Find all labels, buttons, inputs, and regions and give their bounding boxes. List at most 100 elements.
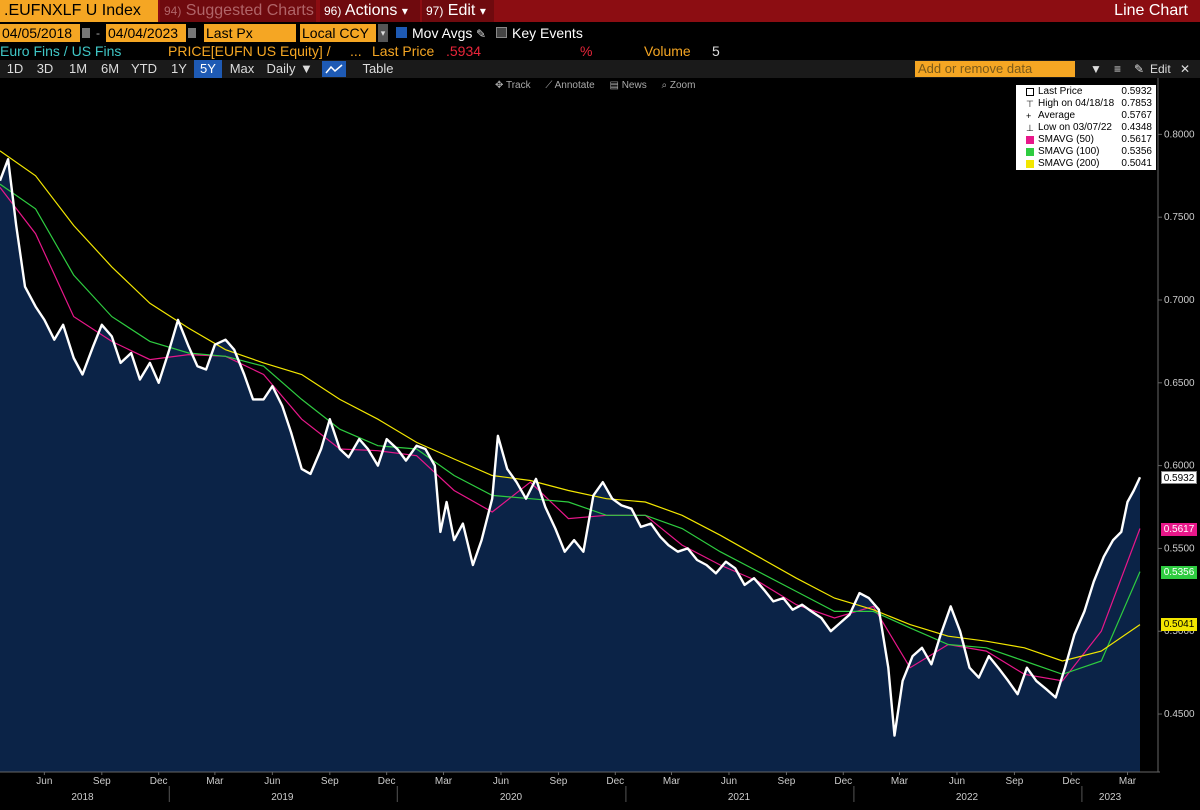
edit-menu-button[interactable]: 97) Edit ▾ [422,0,494,22]
x-tick-label: Dec [1062,776,1080,787]
x-tick-label: Sep [321,776,339,787]
year-label: 2021 [728,792,751,803]
legend-value: 0.7853 [1121,98,1152,109]
x-tick-label: Mar [206,776,224,787]
calendar-icon[interactable] [82,28,90,38]
end-date-field[interactable]: 04/04/2023 [106,24,186,42]
x-tick-label: Mar [1119,776,1137,787]
period-1y[interactable]: 1Y [166,60,192,78]
chart-type-label[interactable]: Line Chart [1114,0,1188,22]
legend-value: 0.5617 [1121,134,1152,145]
legend-label: High on 04/18/18 [1038,98,1115,109]
legend-value: 0.5932 [1121,86,1152,97]
legend-value: 0.4348 [1121,122,1152,133]
y-tick-label: 0.7000 [1164,295,1195,306]
price-field-select[interactable]: Last Px [204,24,296,42]
low-marker-icon: ⊥ [1026,123,1034,133]
period-1m[interactable]: 1M [64,60,92,78]
legend-item-sma50: SMAVG (50) 0.5617 [1020,134,1152,146]
year-label: 2018 [71,792,94,803]
calendar-icon[interactable] [188,28,196,38]
actions-menu-button[interactable]: 96) Actions ▾ [320,0,420,22]
legend-label: Average [1038,110,1076,121]
legend-swatch [1026,148,1034,156]
suggested-charts-button[interactable]: 94) Suggested Charts [160,0,316,22]
security-formula[interactable]: PRICE[EUFN US Equity] / [168,43,331,59]
x-tick-label: Sep [550,776,568,787]
frequency-select[interactable]: Daily [262,60,300,78]
chevron-down-icon: ▾ [479,4,486,18]
filter-icon[interactable]: ▼ [1090,60,1102,78]
price-chart[interactable]: 0.80000.75000.70000.65000.60000.55000.50… [0,78,1200,810]
chart-legend: Last Price 0.5932 ⊤ High on 04/18/18 0.7… [1016,85,1156,170]
legend-label: SMAVG (50) [1038,134,1094,145]
sma50-tag: 0.5617 [1161,523,1197,537]
y-tick-label: 0.6500 [1164,378,1195,389]
last-price-label: Last Price [372,43,435,59]
x-tick-label: Jun [36,776,52,787]
edit-chart-button[interactable]: Edit [1150,60,1171,78]
currency-select[interactable]: Local CCY [300,24,376,42]
year-label: 2023 [1099,792,1122,803]
security-row: Euro Fins / US Fins PRICE[EUFN US Equity… [0,43,1200,59]
x-tick-label: Dec [150,776,168,787]
title-bar: .EUFNXLF U Index 94) Suggested Charts 96… [0,0,1200,22]
table-tab[interactable]: Table [358,60,398,78]
period-ytd[interactable]: YTD [128,60,160,78]
y-tick-label: 0.8000 [1164,129,1195,140]
period-1d[interactable]: 1D [2,60,28,78]
y-tick-label: 0.5500 [1164,543,1195,554]
actions-num: 96) [324,4,342,18]
x-tick-label: Jun [493,776,509,787]
percent-change: % [580,43,593,59]
edit-label: Edit [447,2,476,19]
period-5y[interactable]: 5Y [194,60,222,78]
y-tick-label: 0.7500 [1164,212,1195,223]
add-remove-data-input[interactable]: Add or remove data [915,61,1075,77]
mov-avgs-checkbox[interactable] [396,27,407,38]
pencil-icon[interactable]: ✎ [1134,60,1144,78]
start-date-field[interactable]: 04/05/2018 [0,24,80,42]
last-price-tag: 0.5932 [1161,470,1197,484]
line-chart-icon[interactable] [322,61,346,77]
x-tick-label: Mar [663,776,681,787]
key-events-checkbox[interactable] [496,27,507,38]
period-3d[interactable]: 3D [32,60,58,78]
period-toolbar: 1D 3D 1M 6M YTD 1Y 5Y Max Daily ▼ Table … [0,60,1200,78]
sma200-tag: 0.5041 [1161,618,1197,632]
legend-item-sma200: SMAVG (200) 0.5041 [1020,158,1152,170]
average-marker-icon: + [1026,111,1032,121]
date-separator: - [96,26,100,40]
security-name: Euro Fins / US Fins [0,43,122,59]
x-tick-label: Jun [264,776,280,787]
legend-label: Last Price [1038,86,1083,97]
legend-swatch [1026,88,1034,96]
period-max[interactable]: Max [226,60,258,78]
suggested-charts-num: 94) [164,4,182,18]
volume-value: 5 [712,43,720,59]
year-label: 2020 [500,792,523,803]
chevron-down-icon: ▾ [401,4,408,18]
legend-label: SMAVG (200) [1038,158,1100,169]
actions-label: Actions [344,2,398,19]
high-marker-icon: ⊤ [1026,99,1034,109]
legend-swatch [1026,160,1034,168]
ticker-field[interactable]: .EUFNXLF U Index [0,0,158,22]
x-tick-label: Sep [1006,776,1024,787]
legend-label: SMAVG (100) [1038,146,1100,157]
settings-icon[interactable]: ✕ [1180,60,1190,78]
x-tick-label: Sep [93,776,111,787]
period-6m[interactable]: 6M [96,60,124,78]
key-events-label: Key Events [512,25,583,41]
chevron-down-icon[interactable]: ▾ [378,24,388,42]
legend-value: 0.5041 [1121,158,1152,169]
legend-label: Low on 03/07/22 [1038,122,1112,133]
menu-icon[interactable]: ≡ [1114,60,1121,78]
sma100-tag: 0.5356 [1161,566,1197,580]
x-tick-label: Dec [378,776,396,787]
legend-value: 0.5767 [1121,110,1152,121]
volume-label: Volume [644,43,691,59]
edit-num: 97) [426,4,444,18]
pencil-icon[interactable]: ✎ [476,27,486,41]
frequency-triangle-icon[interactable]: ▼ [300,60,313,78]
